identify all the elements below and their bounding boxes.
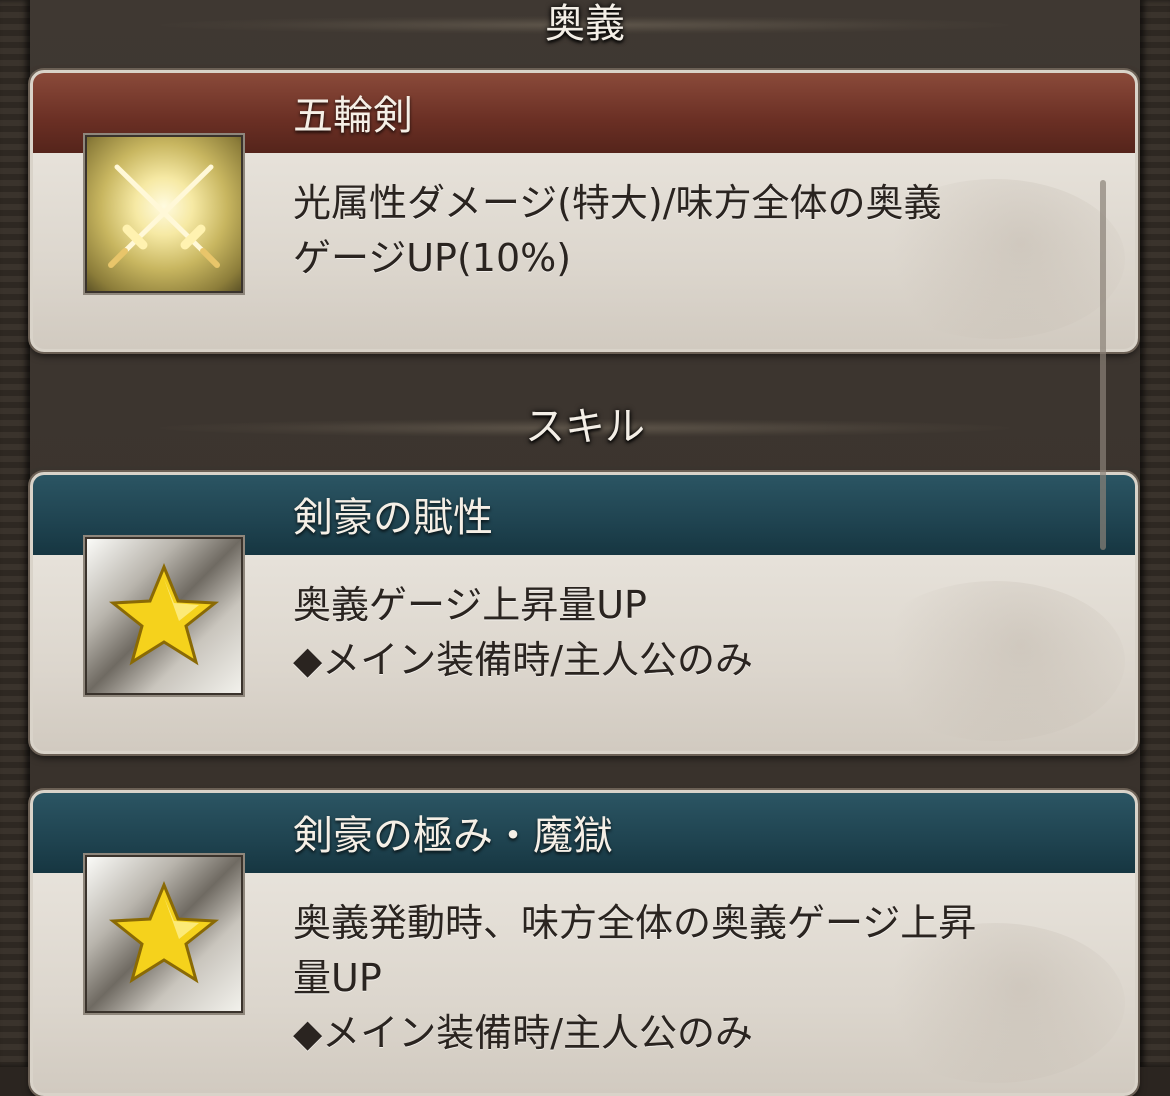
left-frame — [0, 0, 30, 1067]
skill-section-header: スキル — [160, 397, 1010, 457]
scrollbar[interactable] — [1100, 180, 1106, 550]
right-frame — [1140, 0, 1170, 1067]
detail-panel: 奥義 五輪剣 光属性ダメージ(特大)/味方全体の奥義 ゲージUP(10%) スキ… — [30, 0, 1140, 1096]
skill-title: 剣豪の極み・魔獄 — [293, 813, 613, 859]
skill-title: 剣豪の賦性 — [293, 495, 493, 541]
star-icon — [85, 537, 243, 695]
skill-desc-line: 奥義発動時、味方全体の奥義ゲージ上昇 — [293, 901, 977, 945]
ougi-card[interactable]: 五輪剣 光属性ダメージ(特大)/味方全体の奥義 ゲージUP(10%) — [30, 70, 1138, 352]
skill-header-label: スキル — [525, 404, 645, 450]
skill-card[interactable]: 剣豪の賦性 奥義ゲージ上昇量UP ◆メイン装備時/主人公のみ — [30, 472, 1138, 754]
skill-description: 奥義発動時、味方全体の奥義ゲージ上昇 量UP ◆メイン装備時/主人公のみ — [293, 896, 1075, 1061]
ougi-desc-line: ゲージUP(10%) — [293, 236, 572, 280]
ougi-title: 五輪剣 — [293, 93, 413, 139]
skill-desc-line: ◆メイン装備時/主人公のみ — [293, 638, 754, 682]
skill-desc-line: ◆メイン装備時/主人公のみ — [293, 1011, 754, 1055]
ougi-description: 光属性ダメージ(特大)/味方全体の奥義 ゲージUP(10%) — [293, 176, 1075, 286]
star-icon — [85, 855, 243, 1013]
ougi-header-label: 奥義 — [545, 1, 625, 47]
skill-description: 奥義ゲージ上昇量UP ◆メイン装備時/主人公のみ — [293, 578, 1075, 688]
ougi-desc-line: 光属性ダメージ(特大)/味方全体の奥義 — [293, 181, 942, 225]
skill-card[interactable]: 剣豪の極み・魔獄 奥義発動時、味方全体の奥義ゲージ上昇 量UP ◆メイン装備時/… — [30, 790, 1138, 1096]
skill-desc-line: 量UP — [293, 956, 382, 1000]
crossed-swords-icon — [85, 135, 243, 293]
skill-desc-line: 奥義ゲージ上昇量UP — [293, 583, 647, 627]
ougi-section-header: 奥義 — [160, 0, 1010, 54]
